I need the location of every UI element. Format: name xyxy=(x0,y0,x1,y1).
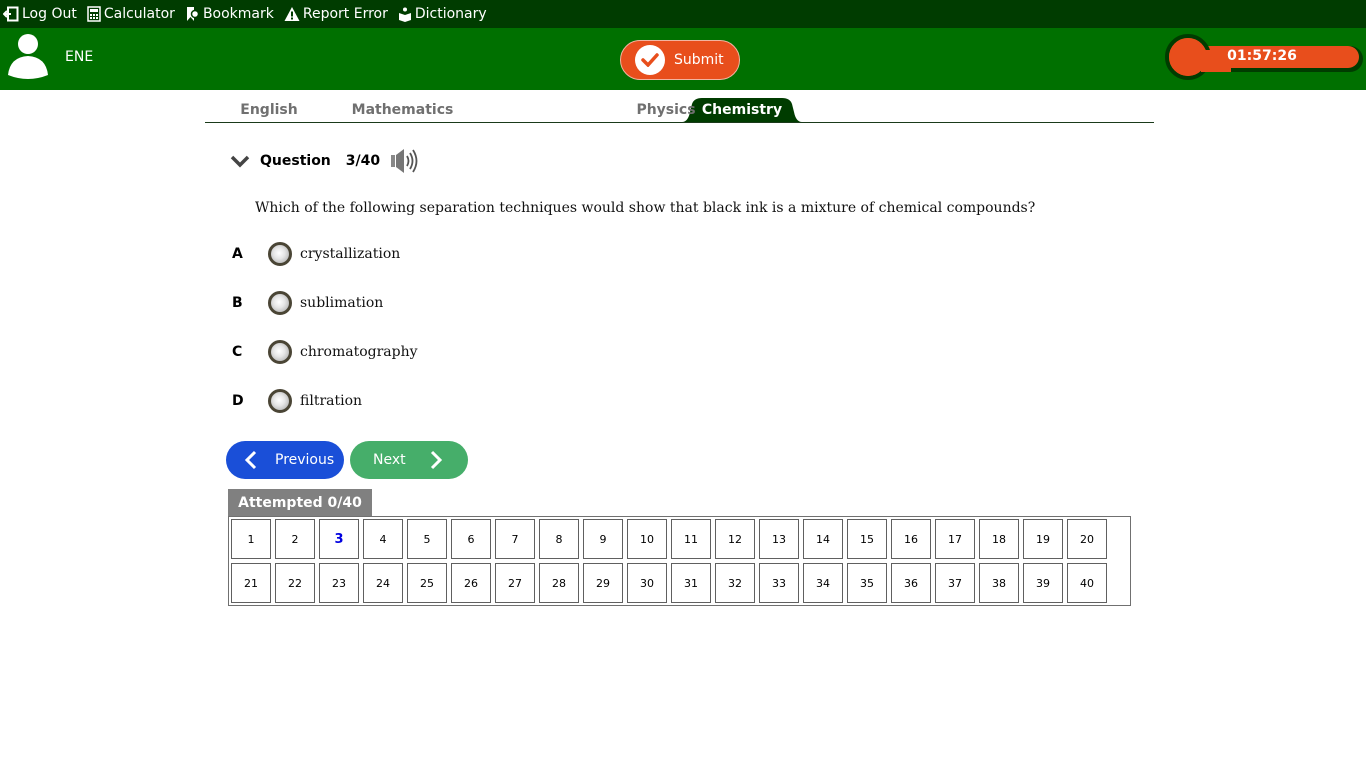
calculator-button[interactable]: Calculator xyxy=(87,6,175,22)
question-text: Which of the following separation techni… xyxy=(255,200,1036,216)
tab-physics[interactable]: Physics xyxy=(631,98,701,122)
option-radio[interactable] xyxy=(268,242,292,266)
option-text: crystallization xyxy=(300,246,401,262)
option-b[interactable]: B sublimation xyxy=(232,288,383,318)
question-grid-cell[interactable]: 10 xyxy=(627,519,667,559)
question-label: Question xyxy=(260,153,331,169)
question-grid-cell[interactable]: 25 xyxy=(407,563,447,603)
dictionary-button[interactable]: Dictionary xyxy=(398,6,487,22)
header-bar: ENE Submit 01:57:26 xyxy=(0,28,1366,90)
option-radio[interactable] xyxy=(268,291,292,315)
previous-button[interactable]: Previous xyxy=(226,441,344,479)
question-grid-cell[interactable]: 20 xyxy=(1067,519,1107,559)
chevron-left-icon xyxy=(244,450,257,470)
user-avatar-icon xyxy=(8,34,48,79)
question-grid-cell[interactable]: 16 xyxy=(891,519,931,559)
question-grid: 1 2 3 4 5 6 7 8 9 10 11 12 13 14 15 16 17 18 19 20 21 22 23 24 2… xyxy=(228,516,1131,606)
question-grid-cell[interactable]: 27 xyxy=(495,563,535,603)
tab-mathematics[interactable]: Mathematics xyxy=(350,98,455,122)
option-letter: A xyxy=(232,246,243,262)
question-header: Question 3/40 xyxy=(230,146,422,176)
question-grid-cell[interactable]: 19 xyxy=(1023,519,1063,559)
option-d[interactable]: D filtration xyxy=(232,386,362,416)
question-grid-cell[interactable]: 12 xyxy=(715,519,755,559)
attempted-count: Attempted 0/40 xyxy=(228,489,372,517)
question-grid-cell[interactable]: 40 xyxy=(1067,563,1107,603)
option-a[interactable]: A crystallization xyxy=(232,239,400,269)
next-label: Next xyxy=(373,452,406,468)
question-grid-cell[interactable]: 8 xyxy=(539,519,579,559)
question-grid-cell[interactable]: 15 xyxy=(847,519,887,559)
option-text: sublimation xyxy=(300,295,384,311)
question-grid-cell[interactable]: 35 xyxy=(847,563,887,603)
question-grid-cell[interactable]: 23 xyxy=(319,563,359,603)
option-text: filtration xyxy=(300,393,363,409)
report-error-button[interactable]: Report Error xyxy=(284,6,388,22)
question-grid-cell[interactable]: 34 xyxy=(803,563,843,603)
question-grid-cell[interactable]: 11 xyxy=(671,519,711,559)
question-grid-cell[interactable]: 7 xyxy=(495,519,535,559)
question-grid-cell[interactable]: 9 xyxy=(583,519,623,559)
question-grid-cell[interactable]: 13 xyxy=(759,519,799,559)
calculator-icon xyxy=(87,6,101,22)
bookmark-icon xyxy=(186,7,200,21)
option-letter: C xyxy=(232,344,243,360)
check-icon xyxy=(635,45,665,75)
timer-value: 01:57:26 xyxy=(1227,48,1297,64)
tab-english[interactable]: English xyxy=(229,98,309,122)
logout-icon xyxy=(3,6,19,22)
question-grid-cell[interactable]: 3 xyxy=(319,519,359,559)
question-grid-cell[interactable]: 6 xyxy=(451,519,491,559)
question-grid-cell[interactable]: 29 xyxy=(583,563,623,603)
option-letter: B xyxy=(232,295,243,311)
username: ENE xyxy=(65,49,94,65)
next-button[interactable]: Next xyxy=(350,441,468,479)
question-number: 3/40 xyxy=(345,153,381,169)
question-grid-cell[interactable]: 38 xyxy=(979,563,1019,603)
question-grid-cell[interactable]: 22 xyxy=(275,563,315,603)
question-grid-cell[interactable]: 28 xyxy=(539,563,579,603)
report-error-label: Report Error xyxy=(302,6,388,22)
option-letter: D xyxy=(232,393,244,409)
question-grid-cell[interactable]: 1 xyxy=(231,519,271,559)
question-grid-cell[interactable]: 5 xyxy=(407,519,447,559)
bookmark-label: Bookmark xyxy=(202,6,274,22)
question-grid-cell[interactable]: 14 xyxy=(803,519,843,559)
question-grid-cell[interactable]: 21 xyxy=(231,563,271,603)
bookmark-button[interactable]: Bookmark xyxy=(185,6,274,22)
option-radio[interactable] xyxy=(268,340,292,364)
question-grid-cell[interactable]: 33 xyxy=(759,563,799,603)
previous-label: Previous xyxy=(275,452,335,468)
dictionary-label: Dictionary xyxy=(414,6,487,22)
dictionary-icon xyxy=(398,7,411,22)
logout-button[interactable]: Log Out xyxy=(3,6,77,22)
submit-button[interactable]: Submit xyxy=(620,40,740,80)
warning-icon xyxy=(284,7,300,21)
question-grid-cell[interactable]: 4 xyxy=(363,519,403,559)
speaker-icon[interactable] xyxy=(390,147,422,175)
option-radio[interactable] xyxy=(268,389,292,413)
question-grid-cell[interactable]: 17 xyxy=(935,519,975,559)
question-grid-cell[interactable]: 39 xyxy=(1023,563,1063,603)
submit-label: Submit xyxy=(674,52,724,68)
chevron-down-icon[interactable] xyxy=(230,154,250,168)
question-grid-cell[interactable]: 31 xyxy=(671,563,711,603)
question-grid-cell[interactable]: 30 xyxy=(627,563,667,603)
subject-tabs: English Mathematics Chemistry Physics xyxy=(205,98,1154,123)
question-grid-cell[interactable]: 37 xyxy=(935,563,975,603)
question-grid-cell[interactable]: 24 xyxy=(363,563,403,603)
top-toolbar: Log Out Calculator Bookmark Report Error… xyxy=(0,0,1366,28)
option-text: chromatography xyxy=(300,344,418,360)
logout-label: Log Out xyxy=(22,6,77,22)
question-grid-cell[interactable]: 18 xyxy=(979,519,1019,559)
question-grid-cell[interactable]: 2 xyxy=(275,519,315,559)
timer: 01:57:26 xyxy=(1165,34,1363,80)
question-grid-cell[interactable]: 32 xyxy=(715,563,755,603)
option-c[interactable]: C chromatography xyxy=(232,337,418,367)
question-grid-cell[interactable]: 26 xyxy=(451,563,491,603)
chevron-right-icon xyxy=(430,450,442,470)
question-grid-cell[interactable]: 36 xyxy=(891,563,931,603)
calculator-label: Calculator xyxy=(103,6,175,22)
